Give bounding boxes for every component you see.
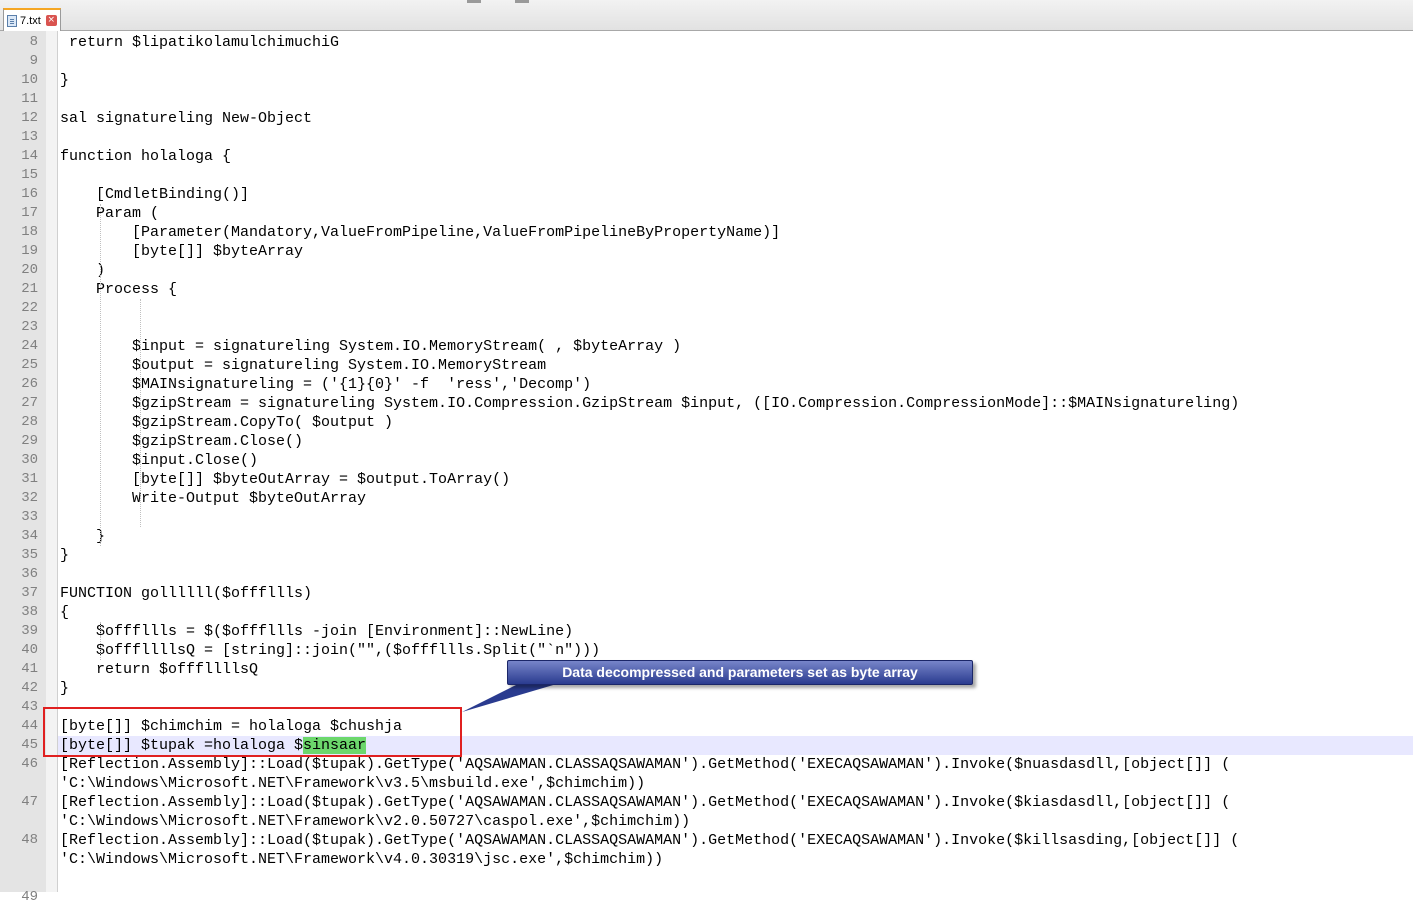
callout-connector bbox=[462, 683, 560, 712]
annotation-callout: Data decompressed and parameters set as … bbox=[507, 660, 973, 685]
